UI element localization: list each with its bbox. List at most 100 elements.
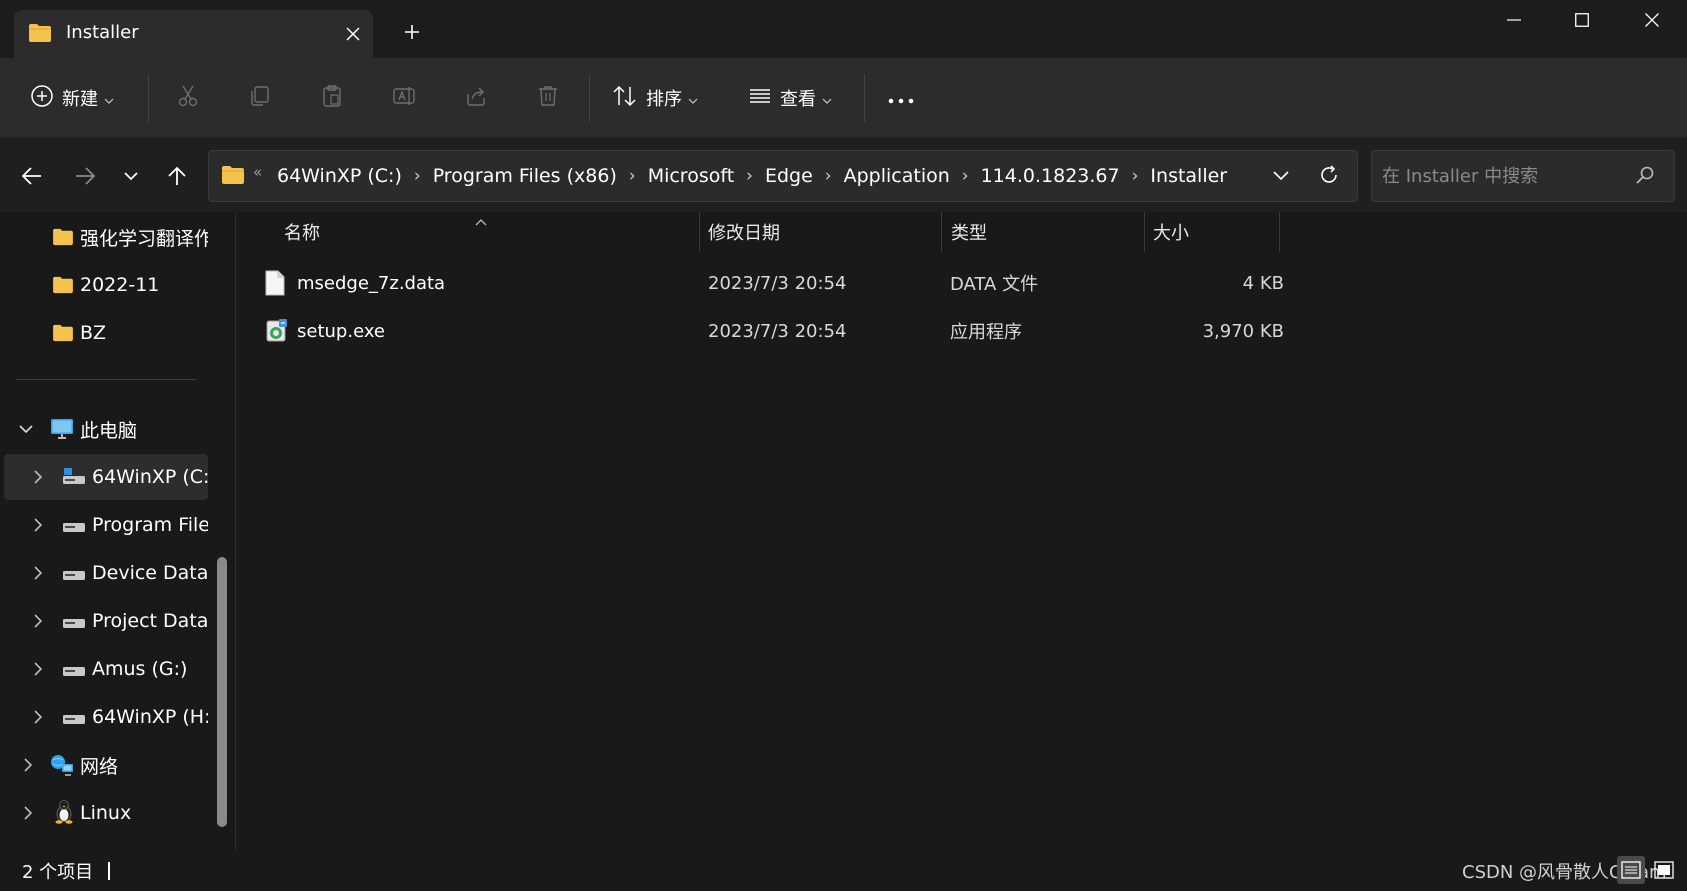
breadcrumb-separator[interactable]: › bbox=[406, 166, 429, 186]
breadcrumb-drive[interactable]: 64WinXP (C:) bbox=[273, 165, 406, 187]
copy-button[interactable] bbox=[248, 76, 272, 120]
column-header-size[interactable]: 大小 bbox=[1153, 212, 1273, 252]
address-history-chevron-icon[interactable] bbox=[1269, 163, 1293, 191]
computer-icon bbox=[50, 417, 74, 441]
sidebar-item-label: BZ bbox=[80, 322, 107, 344]
details-view-icon[interactable] bbox=[1617, 856, 1645, 884]
toolbar-divider bbox=[148, 74, 149, 122]
file-row[interactable]: msedge_7z.data 2023/7/3 20:54 DATA 文件 4 … bbox=[261, 260, 1521, 306]
breadcrumb-version[interactable]: 114.0.1823.67 bbox=[977, 165, 1124, 187]
sort-button[interactable]: 排序 bbox=[612, 76, 698, 120]
breadcrumb-edge[interactable]: Edge bbox=[761, 165, 817, 187]
breadcrumb-separator[interactable]: › bbox=[738, 166, 761, 186]
view-label: 查看 bbox=[780, 89, 816, 110]
new-tab-button[interactable] bbox=[398, 18, 426, 46]
breadcrumb-separator[interactable]: › bbox=[621, 166, 644, 186]
column-header-type[interactable]: 类型 bbox=[951, 212, 1131, 252]
refresh-icon[interactable] bbox=[1317, 163, 1341, 191]
breadcrumb-application[interactable]: Application bbox=[840, 165, 954, 187]
paste-button[interactable] bbox=[320, 76, 344, 120]
sidebar-item-drive[interactable]: 64WinXP (H:) bbox=[4, 694, 208, 740]
recent-locations-button[interactable] bbox=[113, 158, 149, 194]
delete-button[interactable] bbox=[536, 76, 560, 120]
maximize-icon[interactable] bbox=[1547, 0, 1617, 40]
more-options-button[interactable] bbox=[888, 76, 914, 120]
new-button-label: 新建 bbox=[62, 89, 98, 110]
close-tab-icon[interactable] bbox=[339, 20, 367, 48]
new-button[interactable]: 新建 bbox=[30, 76, 114, 120]
file-modified: 2023/7/3 20:54 bbox=[708, 320, 847, 342]
sidebar-scrollbar-thumb[interactable] bbox=[217, 557, 227, 827]
file-name: msedge_7z.data bbox=[297, 272, 446, 294]
breadcrumb-program-files[interactable]: Program Files (x86) bbox=[429, 165, 621, 187]
column-header-name[interactable]: 名称 bbox=[284, 212, 684, 252]
paste-icon bbox=[320, 84, 344, 112]
sidebar-item-this-pc[interactable]: 此电脑 bbox=[4, 406, 208, 452]
sidebar-item-drive-c[interactable]: 64WinXP (C:) bbox=[4, 454, 208, 500]
chevron-right-icon[interactable] bbox=[30, 613, 46, 629]
chevron-right-icon[interactable] bbox=[30, 661, 46, 677]
sidebar-item-drive[interactable]: Program Files bbox=[4, 502, 208, 548]
breadcrumb-installer[interactable]: Installer bbox=[1146, 165, 1231, 187]
tab-installer[interactable]: Installer bbox=[14, 10, 373, 58]
column-resize-handle[interactable] bbox=[941, 212, 942, 252]
chevron-down-icon[interactable] bbox=[18, 421, 34, 437]
close-window-icon[interactable] bbox=[1617, 0, 1687, 40]
breadcrumb-separator[interactable]: › bbox=[954, 166, 977, 186]
chevron-right-icon[interactable] bbox=[30, 469, 46, 485]
column-resize-handle[interactable] bbox=[1144, 212, 1145, 252]
sidebar-item-drive[interactable]: Device Data ( bbox=[4, 550, 208, 596]
file-size: 4 KB bbox=[1242, 272, 1284, 294]
sidebar-item-drive[interactable]: Project Data ( bbox=[4, 598, 208, 644]
column-header-modified[interactable]: 修改日期 bbox=[708, 212, 938, 252]
up-button[interactable] bbox=[159, 158, 195, 194]
search-icon bbox=[1635, 165, 1655, 189]
sidebar-item-network[interactable]: 网络 bbox=[4, 742, 208, 788]
sidebar-item-label: Program Files bbox=[92, 514, 208, 536]
forward-button[interactable] bbox=[67, 158, 103, 194]
chevron-right-icon[interactable] bbox=[30, 709, 46, 725]
sidebar-item-folder[interactable]: 2022-11 bbox=[4, 262, 208, 308]
search-input[interactable] bbox=[1382, 163, 1622, 189]
tab-title: Installer bbox=[66, 22, 139, 43]
sidebar-item-folder[interactable]: 强化学习翻译作业 bbox=[4, 214, 208, 260]
share-button[interactable] bbox=[464, 76, 488, 120]
back-button[interactable] bbox=[14, 158, 50, 194]
file-type: DATA 文件 bbox=[950, 274, 1039, 295]
cut-button[interactable] bbox=[176, 76, 200, 120]
exe-file-icon bbox=[265, 318, 289, 344]
file-row[interactable]: setup.exe 2023/7/3 20:54 应用程序 3,970 KB bbox=[261, 308, 1521, 354]
file-name: setup.exe bbox=[297, 320, 385, 342]
sidebar-item-linux[interactable]: Linux bbox=[4, 790, 208, 836]
column-resize-handle[interactable] bbox=[1279, 212, 1280, 252]
chevron-right-icon[interactable] bbox=[20, 805, 36, 821]
system-drive-icon bbox=[62, 465, 86, 489]
address-bar[interactable]: « 64WinXP (C:) › Program Files (x86) › M… bbox=[208, 150, 1358, 202]
sidebar-item-folder[interactable]: BZ bbox=[4, 310, 208, 356]
chevron-right-icon[interactable] bbox=[30, 565, 46, 581]
sort-label: 排序 bbox=[646, 89, 682, 110]
rename-button[interactable] bbox=[392, 76, 418, 120]
file-modified: 2023/7/3 20:54 bbox=[708, 272, 847, 294]
chevron-right-icon[interactable] bbox=[30, 517, 46, 533]
column-header-label: 类型 bbox=[951, 223, 987, 244]
sidebar-item-label: 64WinXP (C:) bbox=[92, 466, 208, 488]
breadcrumb-separator[interactable]: › bbox=[1124, 166, 1147, 186]
command-bar: 新建 排序 查看 bbox=[0, 58, 1687, 138]
file-size: 3,970 KB bbox=[1202, 320, 1284, 342]
data-file-icon bbox=[265, 270, 289, 296]
breadcrumb-microsoft[interactable]: Microsoft bbox=[644, 165, 738, 187]
sidebar-item-drive[interactable]: Amus (G:) bbox=[4, 646, 208, 692]
breadcrumb: 64WinXP (C:) › Program Files (x86) › Mic… bbox=[273, 151, 1231, 201]
breadcrumb-separator[interactable]: › bbox=[817, 166, 840, 186]
chevron-right-icon[interactable] bbox=[20, 757, 36, 773]
chevron-down-icon bbox=[822, 89, 832, 108]
breadcrumb-overflow[interactable]: « bbox=[253, 163, 262, 181]
column-resize-handle[interactable] bbox=[699, 212, 700, 252]
view-button[interactable]: 查看 bbox=[748, 76, 832, 120]
search-box[interactable] bbox=[1371, 150, 1675, 202]
file-type: 应用程序 bbox=[950, 322, 1022, 343]
tiles-view-icon[interactable] bbox=[1650, 856, 1678, 884]
minimize-icon[interactable] bbox=[1479, 0, 1549, 40]
drive-icon bbox=[62, 659, 86, 683]
